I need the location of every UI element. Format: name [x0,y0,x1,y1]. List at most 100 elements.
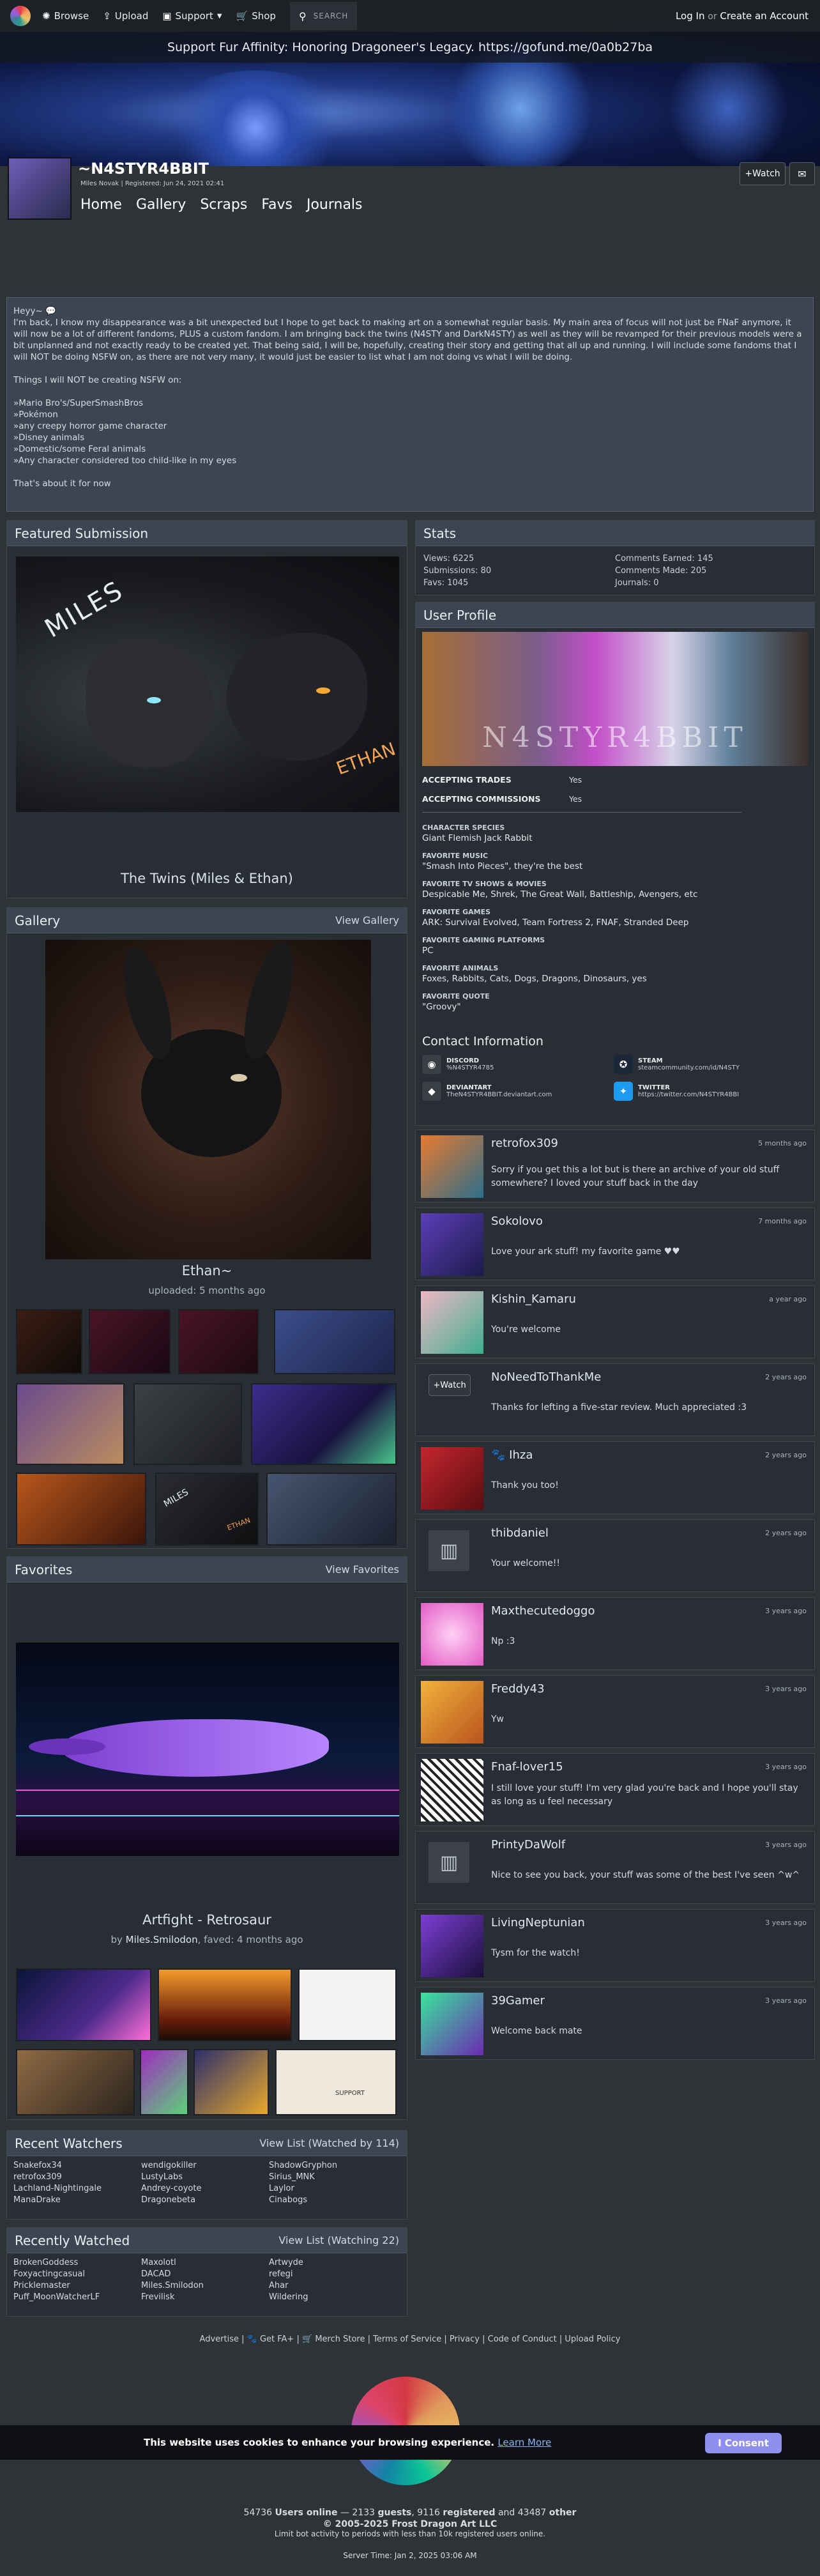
create-account-link[interactable]: Create an Account [720,10,809,22]
shout-author-link[interactable]: PrintyDaWolf [491,1838,565,1851]
footer-link[interactable]: Terms of Service [373,2334,441,2344]
watched-link[interactable]: Ahar [269,2280,397,2292]
nav-support[interactable]: ▣ Support ▼ [162,10,222,22]
shout-author-link[interactable]: thibdaniel [491,1526,549,1540]
contact-discord[interactable]: ◉ DISCORD %N4STYR4785 [422,1055,494,1074]
shout-author-link[interactable]: Maxthecutedoggo [491,1604,595,1618]
watched-link[interactable]: Frevilisk [141,2292,269,2303]
favorites-thumbnail[interactable] [158,1968,292,2041]
shout-author-link[interactable]: Kishin_Kamaru [491,1292,576,1306]
avatar[interactable] [421,1447,483,1510]
featured-title[interactable]: The Twins (Miles & Ethan) [7,871,407,886]
watch-button[interactable]: +Watch [740,162,786,185]
avatar[interactable] [421,1759,483,1821]
shout-author-link[interactable]: NoNeedToThankMe [491,1370,601,1384]
view-gallery-link[interactable]: View Gallery [335,914,399,926]
tab-journals[interactable]: Journals [307,197,363,213]
watched-link[interactable]: Maxolotl [141,2257,269,2269]
watched-link[interactable]: BrokenGoddess [13,2257,141,2269]
avatar[interactable] [421,1915,483,1977]
view-watching-link[interactable]: View List (Watching 22) [278,2234,399,2246]
watcher-link[interactable]: Dragonebeta [141,2195,269,2206]
watcher-link[interactable]: Cinabogs [269,2195,397,2206]
gallery-thumbnail[interactable] [16,1309,82,1374]
gallery-title[interactable]: Ethan~ [7,1263,407,1278]
favorites-thumbnail[interactable] [298,1968,397,2041]
watched-link[interactable]: DACAD [141,2269,269,2280]
gallery-thumbnail[interactable] [16,1473,146,1545]
shout-author-link[interactable]: 🐾 Ihza [491,1448,533,1462]
watched-link[interactable]: Miles.Smilodon [141,2280,269,2292]
avatar[interactable]: ▥ [429,1530,469,1571]
watched-link[interactable]: Foxyactingcasual [13,2269,141,2280]
announcement-bar[interactable]: Support Fur Affinity: Honoring Dragoneer… [0,32,820,63]
watched-link[interactable]: Artwyde [269,2257,397,2269]
watched-link[interactable]: Puff_MoonWatcherLF [13,2292,141,2303]
watched-link[interactable]: Pricklemaster [13,2280,141,2292]
footer-link[interactable]: Merch Store [315,2334,365,2344]
favorites-thumbnail[interactable]: SUPPORT [275,2049,397,2115]
search-input[interactable]: ⚲ SEARCH [289,2,358,30]
gallery-thumbnail[interactable] [274,1309,395,1374]
gallery-thumbnail[interactable] [266,1473,397,1545]
avatar[interactable] [421,1135,483,1198]
view-watchers-link[interactable]: View List (Watched by 114) [259,2137,399,2149]
watcher-link[interactable]: ShadowGryphon [269,2160,397,2172]
watcher-link[interactable]: wendigokiller [141,2160,269,2172]
tab-home[interactable]: Home [80,197,122,213]
watcher-link[interactable]: Andrey-coyote [141,2183,269,2195]
favorites-artist-link[interactable]: Miles.Smilodon [126,1934,198,1945]
gallery-thumbnail[interactable] [133,1383,242,1465]
tab-gallery[interactable]: Gallery [136,197,186,213]
consent-button[interactable]: I Consent [705,2433,782,2453]
avatar[interactable] [421,1291,483,1354]
nav-upload[interactable]: ⇪ Upload [103,10,148,22]
message-button[interactable]: ✉ [789,162,815,185]
gallery-thumbnail[interactable] [89,1309,171,1374]
tab-scraps[interactable]: Scraps [200,197,247,213]
gallery-thumbnail[interactable]: MILES ETHAN [155,1473,259,1545]
favorites-main-image[interactable] [16,1643,399,1856]
avatar[interactable]: ▥ [429,1842,469,1883]
avatar[interactable] [421,1993,483,2055]
furaffinity-logo-icon[interactable] [10,6,31,26]
footer-link[interactable]: Upload Policy [565,2334,620,2344]
shout-author-link[interactable]: Sokolovo [491,1215,543,1228]
shout-author-link[interactable]: Fnaf-lover15 [491,1760,563,1774]
watcher-link[interactable]: ManaDrake [13,2195,141,2206]
favorites-title[interactable]: Artfight - Retrosaur [7,1912,407,1928]
shout-author-link[interactable]: retrofox309 [491,1137,558,1150]
favorites-thumbnail[interactable] [194,2049,269,2115]
watched-link[interactable]: Wildering [269,2292,397,2303]
contact-deviantart[interactable]: ◆ DEVIANTART TheN4STYR4BBIT.deviantart.com [422,1082,552,1101]
avatar[interactable] [421,1213,483,1276]
shout-author-link[interactable]: LivingNeptunian [491,1916,585,1929]
shout-author-link[interactable]: Freddy43 [491,1682,545,1696]
footer-link[interactable]: Advertise [200,2334,239,2344]
favorites-thumbnail[interactable] [16,1968,151,2041]
watcher-link[interactable]: Snakefox34 [13,2160,141,2172]
view-favorites-link[interactable]: View Favorites [326,1563,399,1575]
avatar[interactable] [421,1603,483,1666]
avatar[interactable] [421,1681,483,1744]
gallery-thumbnail[interactable] [251,1383,397,1465]
footer-link[interactable]: Get FA+ [260,2334,294,2344]
tab-favs[interactable]: Favs [261,197,292,213]
contact-steam[interactable]: ✪ STEAM steamcommunity.com/id/N4STY [614,1055,740,1074]
shout-author-link[interactable]: 39Gamer [491,1994,545,2007]
watcher-link[interactable]: Lachland-Nightingale [13,2183,141,2195]
watcher-link[interactable]: retrofox309 [13,2172,141,2183]
watcher-link[interactable]: Sirius_MNK [269,2172,397,2183]
shout-watch-button[interactable]: +Watch [429,1374,471,1396]
watcher-link[interactable]: LustyLabs [141,2172,269,2183]
footer-link[interactable]: Code of Conduct [488,2334,557,2344]
avatar[interactable] [8,157,72,220]
contact-twitter[interactable]: ✦ TWITTER https://twitter.com/N4STYR4BBI [614,1082,739,1101]
favorites-thumbnail[interactable] [16,2049,135,2115]
watcher-link[interactable]: Laylor [269,2183,397,2195]
gallery-thumbnail[interactable] [178,1309,259,1374]
watched-link[interactable]: refegi [269,2269,397,2280]
learn-more-link[interactable]: Learn More [497,2437,551,2448]
login-link[interactable]: Log In [676,10,705,22]
featured-image[interactable]: MILES ETHAN [16,556,399,812]
